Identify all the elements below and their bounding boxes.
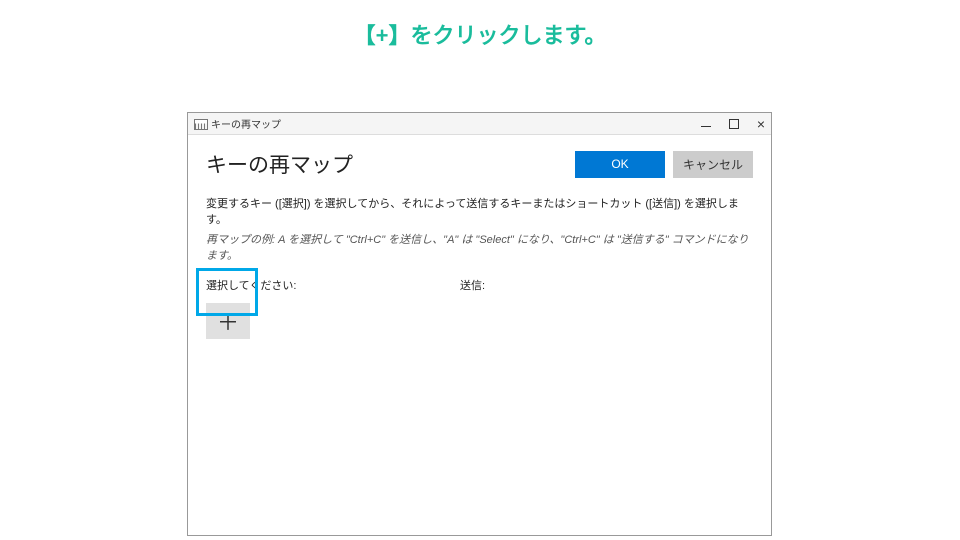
maximize-button[interactable] (729, 119, 739, 129)
titlebar-left: キーの再マップ (194, 116, 281, 131)
select-column: 選択してください: ＋ (206, 277, 460, 339)
ok-button[interactable]: OK (575, 151, 665, 178)
send-column: 送信: (460, 277, 753, 339)
description-text: 変更するキー ([選択]) を選択してから、それによって送信するキーまたはショー… (188, 185, 771, 231)
instruction-annotation: 【+】をクリックします。 (0, 0, 960, 50)
plus-icon: ＋ (217, 305, 239, 337)
add-remap-button[interactable]: ＋ (206, 303, 250, 339)
minimize-button[interactable] (701, 126, 711, 127)
remap-keys-window: キーの再マップ × キーの再マップ OK キャンセル 変更するキー ([選択])… (187, 112, 772, 536)
window-controls: × (701, 117, 765, 131)
example-text: 再マップの例: A を選択して "Ctrl+C" を送信し、"A" は "Sel… (188, 231, 771, 277)
send-label: 送信: (460, 277, 753, 293)
select-label: 選択してください: (206, 277, 460, 293)
page-title: キーの再マップ (206, 149, 353, 179)
header-row: キーの再マップ OK キャンセル (188, 135, 771, 185)
columns: 選択してください: ＋ 送信: (188, 277, 771, 339)
header-actions: OK キャンセル (575, 151, 753, 178)
cancel-button[interactable]: キャンセル (673, 151, 753, 178)
window-title: キーの再マップ (211, 116, 281, 131)
close-button[interactable]: × (757, 117, 765, 131)
keyboard-icon (194, 119, 206, 128)
titlebar: キーの再マップ × (188, 113, 771, 135)
